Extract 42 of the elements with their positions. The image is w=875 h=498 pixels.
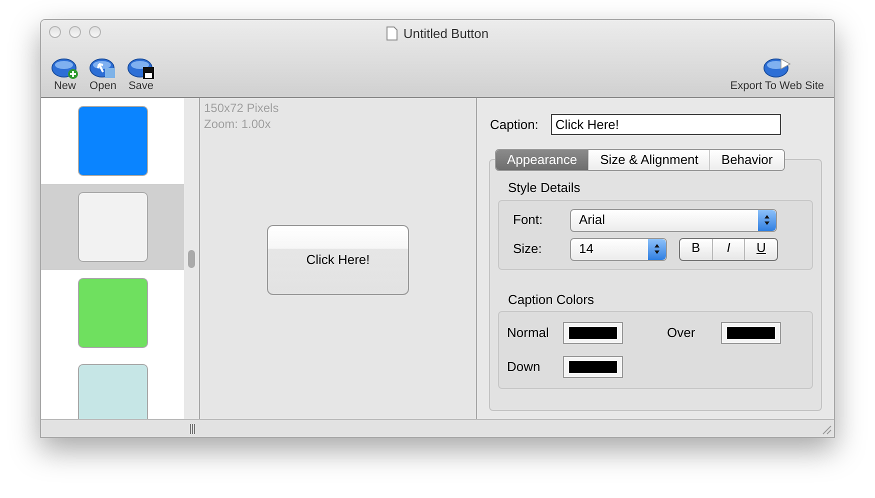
format-button[interactable]: B [680,238,712,260]
window-title: Untitled Button [403,25,489,43]
resize-grip-icon[interactable] [820,422,832,434]
caption-field[interactable]: Click Here! [551,114,782,135]
group-title: Caption Colors [507,290,595,309]
tab[interactable]: Size & Alignment [588,150,710,170]
size-label: Size: [513,240,543,258]
format-button[interactable]: U [744,238,777,260]
style-item[interactable] [41,184,184,270]
splitter-handle[interactable] [188,250,195,268]
stepper-icon [648,238,666,260]
ok-button-icon [89,56,117,80]
toolbar-button[interactable]: Open [89,56,117,93]
ok-button-icon [763,56,792,80]
format-button[interactable]: I [712,238,744,260]
color-well[interactable] [563,356,623,378]
close-icon[interactable] [49,26,61,38]
resize-handle-icon[interactable] [190,424,195,434]
font-dropdown[interactable]: Arial [570,208,777,232]
size-dropdown[interactable]: 14 [570,238,667,260]
caption-label: Caption: [490,116,538,134]
toolbar-button[interactable]: Export To Web Site [730,56,824,93]
tab[interactable]: Behavior [709,150,784,170]
toolbar-button[interactable]: New [51,56,79,93]
color-well[interactable] [721,322,781,344]
color-well[interactable] [563,322,623,344]
toolbar-button[interactable]: Save [127,56,155,93]
color-label: Down [507,358,542,376]
ok-button-icon [127,56,155,80]
stepper-icon [758,210,776,230]
zoom-label: Zoom: 1.00x [204,116,272,132]
group-title: Style Details [507,179,582,197]
zoom-icon[interactable] [89,26,101,38]
font-label: Font: [513,211,544,230]
button-preview[interactable]: Click Here! [267,225,409,295]
size-label: 150x72 Pixels [204,100,280,116]
document-icon [386,26,398,42]
color-label: Over [666,324,696,342]
ok-button-icon [51,56,79,80]
tab[interactable]: Appearance [496,150,588,170]
minimize-icon[interactable] [69,26,81,38]
color-label: Normal [507,324,550,342]
